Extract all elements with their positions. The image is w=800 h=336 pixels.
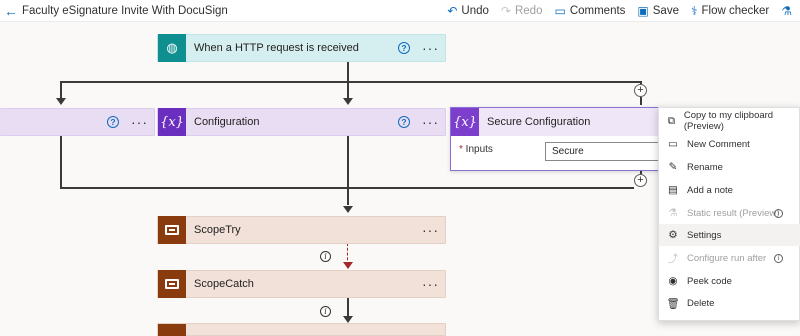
menu-item-label: Peek code	[687, 275, 732, 287]
flask-icon: ⚗	[781, 4, 792, 18]
connector-arrow	[56, 98, 66, 105]
globe-icon: ◍	[158, 34, 186, 62]
menu-item-configure-run-after[interactable]: ⤴ Configure run after i	[659, 247, 800, 269]
connector	[347, 135, 349, 205]
flow-title: Faculty eSignature Invite With DocuSign	[22, 4, 228, 17]
add-branch-icon[interactable]: +	[634, 84, 647, 97]
flask-icon: ⚗	[668, 207, 678, 219]
trigger-label: When a HTTP request is received	[194, 42, 359, 54]
configuration-card[interactable]: {x} Configuration ? ···	[157, 108, 446, 136]
connector	[60, 135, 62, 187]
menu-item-label: Static result (Preview)	[687, 207, 780, 219]
connector-arrow	[343, 98, 353, 105]
save-label: Save	[652, 5, 679, 17]
context-menu: ⧉ Copy to my clipboard (Preview) ▭ New C…	[658, 107, 800, 321]
menu-item-label: Add a note	[687, 184, 733, 196]
undo-icon: ↶	[447, 4, 458, 18]
connector	[60, 187, 634, 189]
eye-icon: ◉	[668, 275, 678, 287]
inputs-label: * Inputs	[459, 144, 493, 155]
menu-item-label: Settings	[687, 229, 722, 241]
scope-try-label: ScopeTry	[194, 224, 241, 236]
help-icon[interactable]: ?	[398, 116, 410, 128]
connector-arrow	[343, 206, 353, 213]
connector-arrow	[343, 316, 353, 323]
note-icon: ▤	[668, 184, 678, 196]
pencil-icon: ✎	[668, 161, 678, 173]
comment-icon: ▭	[668, 138, 678, 150]
menu-item-peek-code[interactable]: ◉ Peek code	[659, 270, 800, 292]
info-icon[interactable]: i	[320, 251, 331, 262]
back-arrow-icon[interactable]: ←	[0, 3, 22, 19]
help-icon[interactable]: ?	[107, 116, 119, 128]
menu-item-new-comment[interactable]: ▭ New Comment	[659, 133, 800, 155]
connector	[60, 81, 62, 99]
undo-label: Undo	[461, 5, 489, 17]
flow-checker-button[interactable]: ⚕ Flow checker	[691, 4, 769, 18]
info-icon[interactable]: i	[774, 208, 783, 218]
secure-configuration-label: Secure Configuration	[487, 116, 591, 128]
save-icon: ▣	[637, 4, 649, 18]
menu-item-static-result[interactable]: ⚗ Static result (Preview) i	[659, 202, 800, 224]
more-options-icon[interactable]: ···	[131, 115, 148, 129]
command-bar: ← Faculty eSignature Invite With DocuSig…	[0, 0, 800, 22]
more-options-icon[interactable]: ···	[422, 277, 439, 291]
redo-label: Redo	[514, 5, 543, 17]
add-action-icon[interactable]: +	[634, 174, 647, 187]
copy-icon: ⧉	[667, 114, 676, 127]
http-trigger-card[interactable]: ◍ When a HTTP request is received ? ···	[157, 34, 446, 62]
more-options-icon[interactable]: ···	[422, 115, 439, 129]
scope-catch-card[interactable]: ScopeCatch ···	[157, 270, 446, 298]
test-button[interactable]: ⚗	[781, 4, 796, 18]
variable-card-left[interactable]: ? ···	[0, 108, 155, 136]
undo-button[interactable]: ↶ Undo	[447, 4, 489, 18]
menu-item-add-note[interactable]: ▤ Add a note	[659, 179, 800, 201]
save-button[interactable]: ▣ Save	[637, 4, 679, 18]
menu-item-label: Rename	[687, 161, 723, 173]
flow-checker-label: Flow checker	[701, 5, 770, 17]
inputs-field[interactable]: Secure	[545, 142, 663, 161]
redo-button[interactable]: ↷ Redo	[501, 4, 543, 18]
connector	[347, 82, 349, 99]
info-icon[interactable]: i	[774, 253, 783, 263]
connector	[347, 62, 349, 82]
scope-card-partial[interactable]	[157, 323, 446, 336]
scope-icon	[158, 216, 186, 244]
menu-item-label: Configure run after	[687, 252, 767, 264]
variable-icon: {x}	[158, 108, 186, 136]
menu-item-settings[interactable]: ⚙ Settings	[659, 224, 800, 246]
menu-item-label: Copy to my clipboard (Preview)	[683, 110, 774, 132]
connector	[60, 81, 641, 83]
run-after-icon: ⤴	[667, 252, 679, 265]
trash-icon: 🗑	[666, 297, 680, 310]
run-after-arrow	[343, 262, 353, 269]
variable-icon: {x}	[451, 108, 479, 136]
secure-configuration-header[interactable]: {x} Secure Configuration	[451, 108, 661, 136]
secure-configuration-card[interactable]: {x} Secure Configuration * Inputs Secure	[450, 107, 663, 171]
command-group: ↶ Undo ↷ Redo ▭ Comments ▣ Save ⚕ Flow c…	[447, 0, 800, 22]
more-options-icon[interactable]: ···	[422, 41, 439, 55]
scope-icon	[158, 324, 186, 336]
connector	[640, 97, 642, 105]
scope-catch-label: ScopeCatch	[194, 278, 254, 290]
connector	[347, 298, 349, 318]
stethoscope-icon: ⚕	[690, 4, 698, 18]
info-icon[interactable]: i	[320, 306, 331, 317]
help-icon[interactable]: ?	[398, 42, 410, 54]
gear-icon: ⚙	[668, 229, 678, 241]
comments-label: Comments	[569, 5, 626, 17]
more-options-icon[interactable]: ···	[422, 223, 439, 237]
comments-button[interactable]: ▭ Comments	[554, 4, 625, 18]
menu-item-rename[interactable]: ✎ Rename	[659, 156, 800, 178]
menu-item-delete[interactable]: 🗑 Delete	[659, 292, 800, 314]
comment-icon: ▭	[554, 4, 566, 18]
redo-icon: ↷	[500, 4, 511, 18]
scope-try-card[interactable]: ScopeTry ···	[157, 216, 446, 244]
menu-item-label: Delete	[687, 297, 715, 309]
menu-item-label: New Comment	[687, 138, 750, 150]
menu-item-copy[interactable]: ⧉ Copy to my clipboard (Preview)	[659, 110, 800, 132]
configuration-label: Configuration	[194, 116, 260, 128]
scope-icon	[158, 270, 186, 298]
